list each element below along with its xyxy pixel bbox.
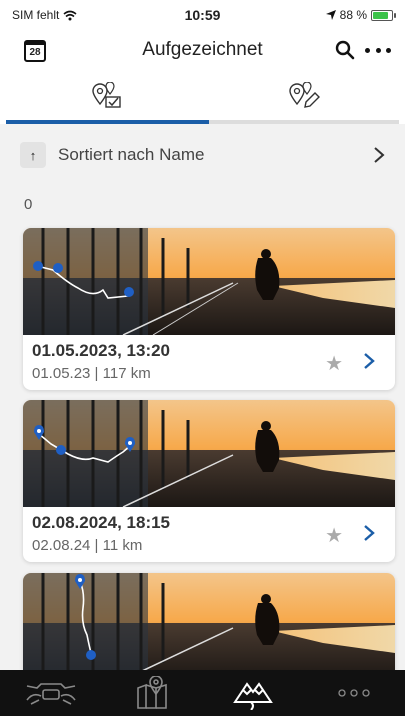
sort-bar[interactable]: ↑ Sortiert nach Name [10, 134, 395, 176]
ride-thumbnail [23, 400, 395, 507]
chevron-right-icon[interactable] [363, 352, 375, 370]
ride-thumbnail [23, 228, 395, 335]
calendar-icon[interactable]: 28 [24, 40, 46, 62]
dot [375, 47, 381, 53]
ride-subtitle: 02.08.24 | 11 km [32, 537, 143, 554]
ride-card[interactable]: 01.05.2023, 13:20 01.05.23 | 117 km ★ [23, 228, 395, 390]
motorcycle-icon [25, 683, 76, 705]
chevron-right-icon[interactable] [363, 524, 375, 542]
battery-icon [371, 9, 396, 21]
tab-more[interactable] [324, 673, 384, 713]
ride-count: 0 [24, 196, 33, 213]
tab-planned[interactable] [203, 72, 405, 120]
tab-rides[interactable] [223, 673, 283, 713]
battery-status: 88 % [325, 8, 396, 22]
ride-title: 01.05.2023, 13:20 [32, 341, 171, 360]
search-icon [335, 40, 355, 60]
nav-bar: 28 Aufgezeichnet [0, 30, 405, 72]
segment-tabs [0, 72, 405, 124]
battery-percent: 88 % [339, 8, 367, 22]
star-icon[interactable]: ★ [325, 351, 343, 376]
sort-label: Sortiert nach Name [58, 145, 205, 164]
search-button[interactable] [333, 38, 357, 62]
sort-direction-icon[interactable]: ↑ [20, 142, 46, 168]
calendar-day: 28 [29, 47, 41, 58]
active-tab-indicator [6, 120, 209, 124]
more-menu-button[interactable] [365, 38, 391, 62]
ride-thumbnail [23, 573, 395, 680]
ride-info: 01.05.2023, 13:20 01.05.23 | 117 km ★ [23, 335, 395, 390]
tab-vehicle[interactable] [21, 673, 81, 713]
ride-info: 02.08.2024, 18:15 02.08.24 | 11 km ★ [23, 507, 395, 562]
status-bar: SIM fehlt 10:59 88 % [0, 0, 405, 30]
tab-recorded[interactable] [6, 72, 208, 120]
ride-card[interactable] [23, 573, 395, 680]
recorded-routes-icon [92, 82, 121, 108]
dot [365, 47, 370, 53]
more-icon [338, 689, 371, 697]
star-icon[interactable]: ★ [325, 523, 343, 548]
tab-track [209, 120, 399, 124]
planned-routes-icon [289, 82, 320, 108]
bottom-tab-bar [0, 670, 405, 716]
tab-map[interactable] [122, 673, 182, 713]
chevron-right-icon [374, 147, 385, 163]
map-icon [137, 676, 167, 709]
ride-card[interactable]: 02.08.2024, 18:15 02.08.24 | 11 km ★ [23, 400, 395, 562]
ride-subtitle: 01.05.23 | 117 km [32, 365, 151, 382]
dot [386, 47, 391, 53]
mountains-icon [233, 682, 273, 710]
ride-title: 02.08.2024, 18:15 [32, 513, 171, 532]
location-arrow-icon [325, 10, 336, 20]
